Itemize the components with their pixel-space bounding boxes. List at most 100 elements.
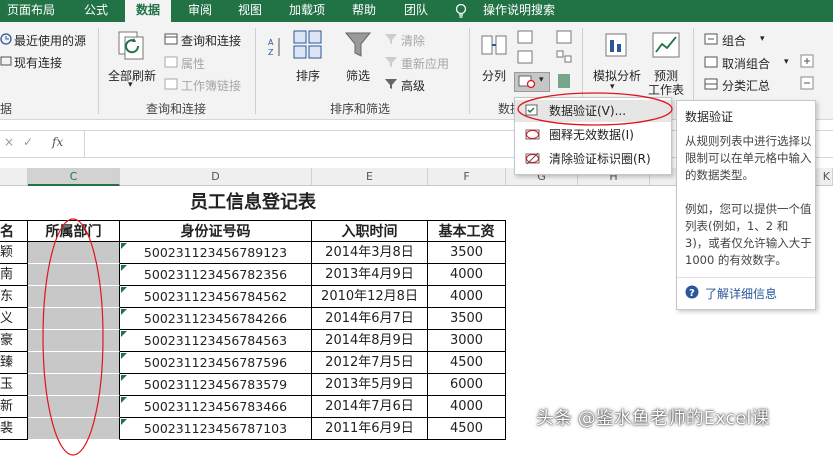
column-header-f[interactable]: F [428, 168, 506, 186]
data-model-icon[interactable] [556, 72, 572, 90]
sort-filter-group-label: 排序和筛选 [330, 102, 391, 116]
table-cell[interactable]: 2010年12月8日 [312, 286, 428, 308]
table-cell[interactable]: 2013年4月9日 [312, 264, 428, 286]
table-header-cell[interactable]: 入职时间 [312, 220, 428, 242]
error-indicator-icon [121, 397, 127, 403]
table-cell[interactable]: 臻 [0, 352, 28, 374]
tab-review[interactable]: 审阅 [180, 0, 220, 22]
table-header-cell[interactable]: 基本工资 [428, 220, 506, 242]
tab-formulas[interactable]: 公式 [74, 0, 118, 22]
circle-invalid-icon [525, 129, 540, 140]
filter-button[interactable]: 筛选 [346, 67, 370, 84]
group-separator [98, 28, 99, 114]
table-cell[interactable]: 500231123456787596 [120, 352, 312, 374]
error-indicator-icon [121, 287, 127, 293]
column-header-e[interactable]: E [312, 168, 428, 186]
table-cell[interactable]: 新 [0, 396, 28, 418]
show-detail-icon[interactable] [800, 54, 814, 68]
error-indicator-icon [121, 419, 127, 425]
table-cell[interactable]: 4500 [428, 418, 506, 440]
consolidate-icon[interactable] [556, 30, 572, 44]
table-cell[interactable]: 2013年5月9日 [312, 374, 428, 396]
tab-team[interactable]: 团队 [396, 0, 436, 22]
cancel-icon[interactable]: × [4, 135, 14, 149]
table-cell[interactable]: 2014年8月9日 [312, 330, 428, 352]
table-cell[interactable]: 500231123456787103 [120, 418, 312, 440]
chevron-down-icon[interactable]: ▾ [128, 80, 133, 90]
table-header-cell[interactable]: 名 [0, 220, 28, 242]
table-cell[interactable]: 东 [0, 286, 28, 308]
table-cell[interactable]: 2014年7月6日 [312, 396, 428, 418]
svg-text:Z: Z [268, 48, 274, 57]
properties-icon [164, 56, 178, 68]
tab-view[interactable]: 视图 [230, 0, 270, 22]
tell-me-search[interactable]: 操作说明搜索 [480, 0, 558, 22]
what-if-analysis-button[interactable]: 模拟分析 [593, 67, 641, 84]
text-to-columns-button[interactable]: 分列 [482, 67, 506, 84]
refresh-all-icon [118, 31, 144, 60]
lightbulb-icon[interactable] [454, 3, 468, 19]
column-header-b[interactable] [0, 168, 28, 186]
table-cell[interactable]: 3500 [428, 308, 506, 330]
insert-function-icon[interactable]: fx [52, 135, 63, 149]
formula-input[interactable] [90, 135, 510, 153]
table-cell[interactable]: 4000 [428, 396, 506, 418]
clear-button[interactable]: 清除 [401, 32, 425, 49]
table-cell[interactable]: 4000 [428, 264, 506, 286]
tab-help[interactable]: 帮助 [344, 0, 384, 22]
table-cell[interactable]: 500231123456784266 [120, 308, 312, 330]
table-cell[interactable]: 裴 [0, 418, 28, 440]
table-cell[interactable]: 义 [0, 308, 28, 330]
column-header-d[interactable]: D [120, 168, 312, 186]
recent-sources-button[interactable]: 最近使用的源 [14, 32, 86, 49]
sort-button[interactable]: 排序 [296, 67, 320, 84]
properties-button[interactable]: 属性 [181, 55, 205, 72]
table-cell[interactable]: 2014年6月7日 [312, 308, 428, 330]
table-cell[interactable]: 玉 [0, 374, 28, 396]
table-cell[interactable]: 6000 [428, 374, 506, 396]
remove-duplicates-icon[interactable] [517, 50, 533, 64]
reapply-button[interactable]: 重新应用 [401, 55, 449, 72]
table-header-cell[interactable]: 身份证号码 [120, 220, 312, 242]
table-cell[interactable]: 南 [0, 264, 28, 286]
sort-az-icon[interactable]: A Z [266, 36, 284, 58]
table-cell[interactable]: 颖 [0, 242, 28, 264]
table-cell[interactable]: 3000 [428, 330, 506, 352]
table-cell[interactable]: 500231123456782356 [120, 264, 312, 286]
subtotal-button[interactable]: 分类汇总 [722, 77, 770, 94]
chevron-down-icon[interactable]: ▾ [760, 34, 765, 44]
relationships-icon[interactable] [556, 50, 572, 64]
advanced-button[interactable]: 高级 [401, 77, 425, 94]
tab-page-layout[interactable]: 页面布局 [2, 0, 60, 22]
group-separator [255, 28, 256, 114]
table-cell[interactable]: 2014年3月8日 [312, 242, 428, 264]
group-button[interactable]: 组合 [722, 32, 746, 49]
error-indicator-icon [121, 331, 127, 337]
table-cell[interactable]: 500231123456783579 [120, 374, 312, 396]
menu-item-clear-circles[interactable]: 清除验证标识圈(R) [515, 148, 671, 170]
table-cell[interactable]: 500231123456789123 [120, 242, 312, 264]
tab-addins[interactable]: 加载项 [282, 0, 332, 22]
table-cell[interactable]: 4500 [428, 352, 506, 374]
get-data-group-label: 据 [0, 102, 13, 116]
tab-data[interactable]: 数据 [125, 0, 171, 22]
edit-links-button[interactable]: 工作簿链接 [181, 77, 241, 94]
enter-icon[interactable]: ✓ [23, 135, 33, 149]
table-cell[interactable]: 3500 [428, 242, 506, 264]
learn-more-link[interactable]: 了解详细信息 [705, 285, 777, 302]
table-cell[interactable]: 500231123456783466 [120, 396, 312, 418]
hide-detail-icon[interactable] [800, 76, 814, 90]
table-cell[interactable]: 4000 [428, 286, 506, 308]
ungroup-button[interactable]: 取消组合 [722, 55, 770, 72]
existing-connections-button[interactable]: 现有连接 [14, 54, 62, 71]
table-cell[interactable]: 500231123456784563 [120, 330, 312, 352]
chevron-down-icon[interactable]: ▾ [784, 57, 789, 67]
table-cell[interactable]: 500231123456784562 [120, 286, 312, 308]
table-cell[interactable]: 2011年6月9日 [312, 418, 428, 440]
queries-connections-button[interactable]: 查询和连接 [181, 32, 241, 49]
text-to-columns-icon [481, 35, 507, 55]
table-cell[interactable]: 豪 [0, 330, 28, 352]
flash-fill-icon[interactable] [517, 30, 533, 44]
table-cell[interactable]: 2012年7月5日 [312, 352, 428, 374]
column-header-c[interactable]: C [28, 168, 120, 186]
